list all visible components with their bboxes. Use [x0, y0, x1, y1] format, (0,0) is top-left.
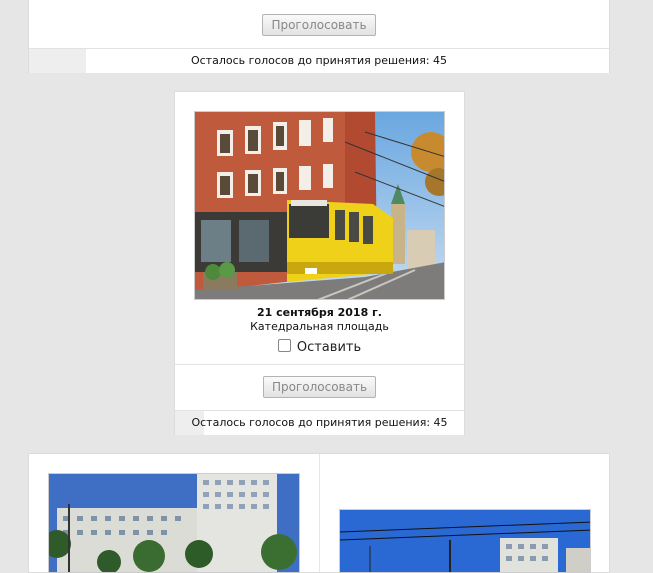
photo-card-pair: [28, 453, 610, 573]
votes-status-bar: Осталось голосов до принятия решения: 45: [29, 49, 609, 73]
votes-status-bar: Осталось голосов до принятия решения: 45: [175, 411, 464, 435]
votes-status-text: Осталось голосов до принятия решения: 45: [190, 54, 448, 67]
photo-right[interactable]: [339, 509, 591, 573]
divider: [175, 364, 464, 365]
keep-checkbox-row[interactable]: Оставить: [175, 339, 464, 355]
votes-progress-fill: [29, 49, 86, 73]
photo-left[interactable]: [48, 473, 300, 573]
votes-status-text: Осталось голосов до принятия решения: 45: [191, 416, 448, 429]
vote-button[interactable]: Проголосовать: [262, 376, 377, 398]
photo-tram-square[interactable]: [194, 111, 445, 300]
tram-photo-image: [195, 112, 444, 299]
keep-checkbox[interactable]: [277, 339, 291, 352]
vote-card-top: Проголосовать Осталось голосов до принят…: [28, 0, 610, 73]
photo-left-image: [49, 474, 299, 572]
photo-date: 21 сентября 2018 г.: [257, 306, 382, 319]
keep-label: Оставить: [296, 340, 362, 355]
column-divider: [319, 454, 320, 572]
photo-right-image: [340, 510, 590, 572]
photo-card: 21 сентября 2018 г. Катедральная площадь…: [174, 91, 465, 435]
vote-area: Проголосовать: [175, 376, 464, 398]
vote-area: Проголосовать: [29, 14, 609, 36]
photo-place: Катедральная площадь: [250, 320, 389, 333]
vote-button[interactable]: Проголосовать: [262, 14, 376, 36]
